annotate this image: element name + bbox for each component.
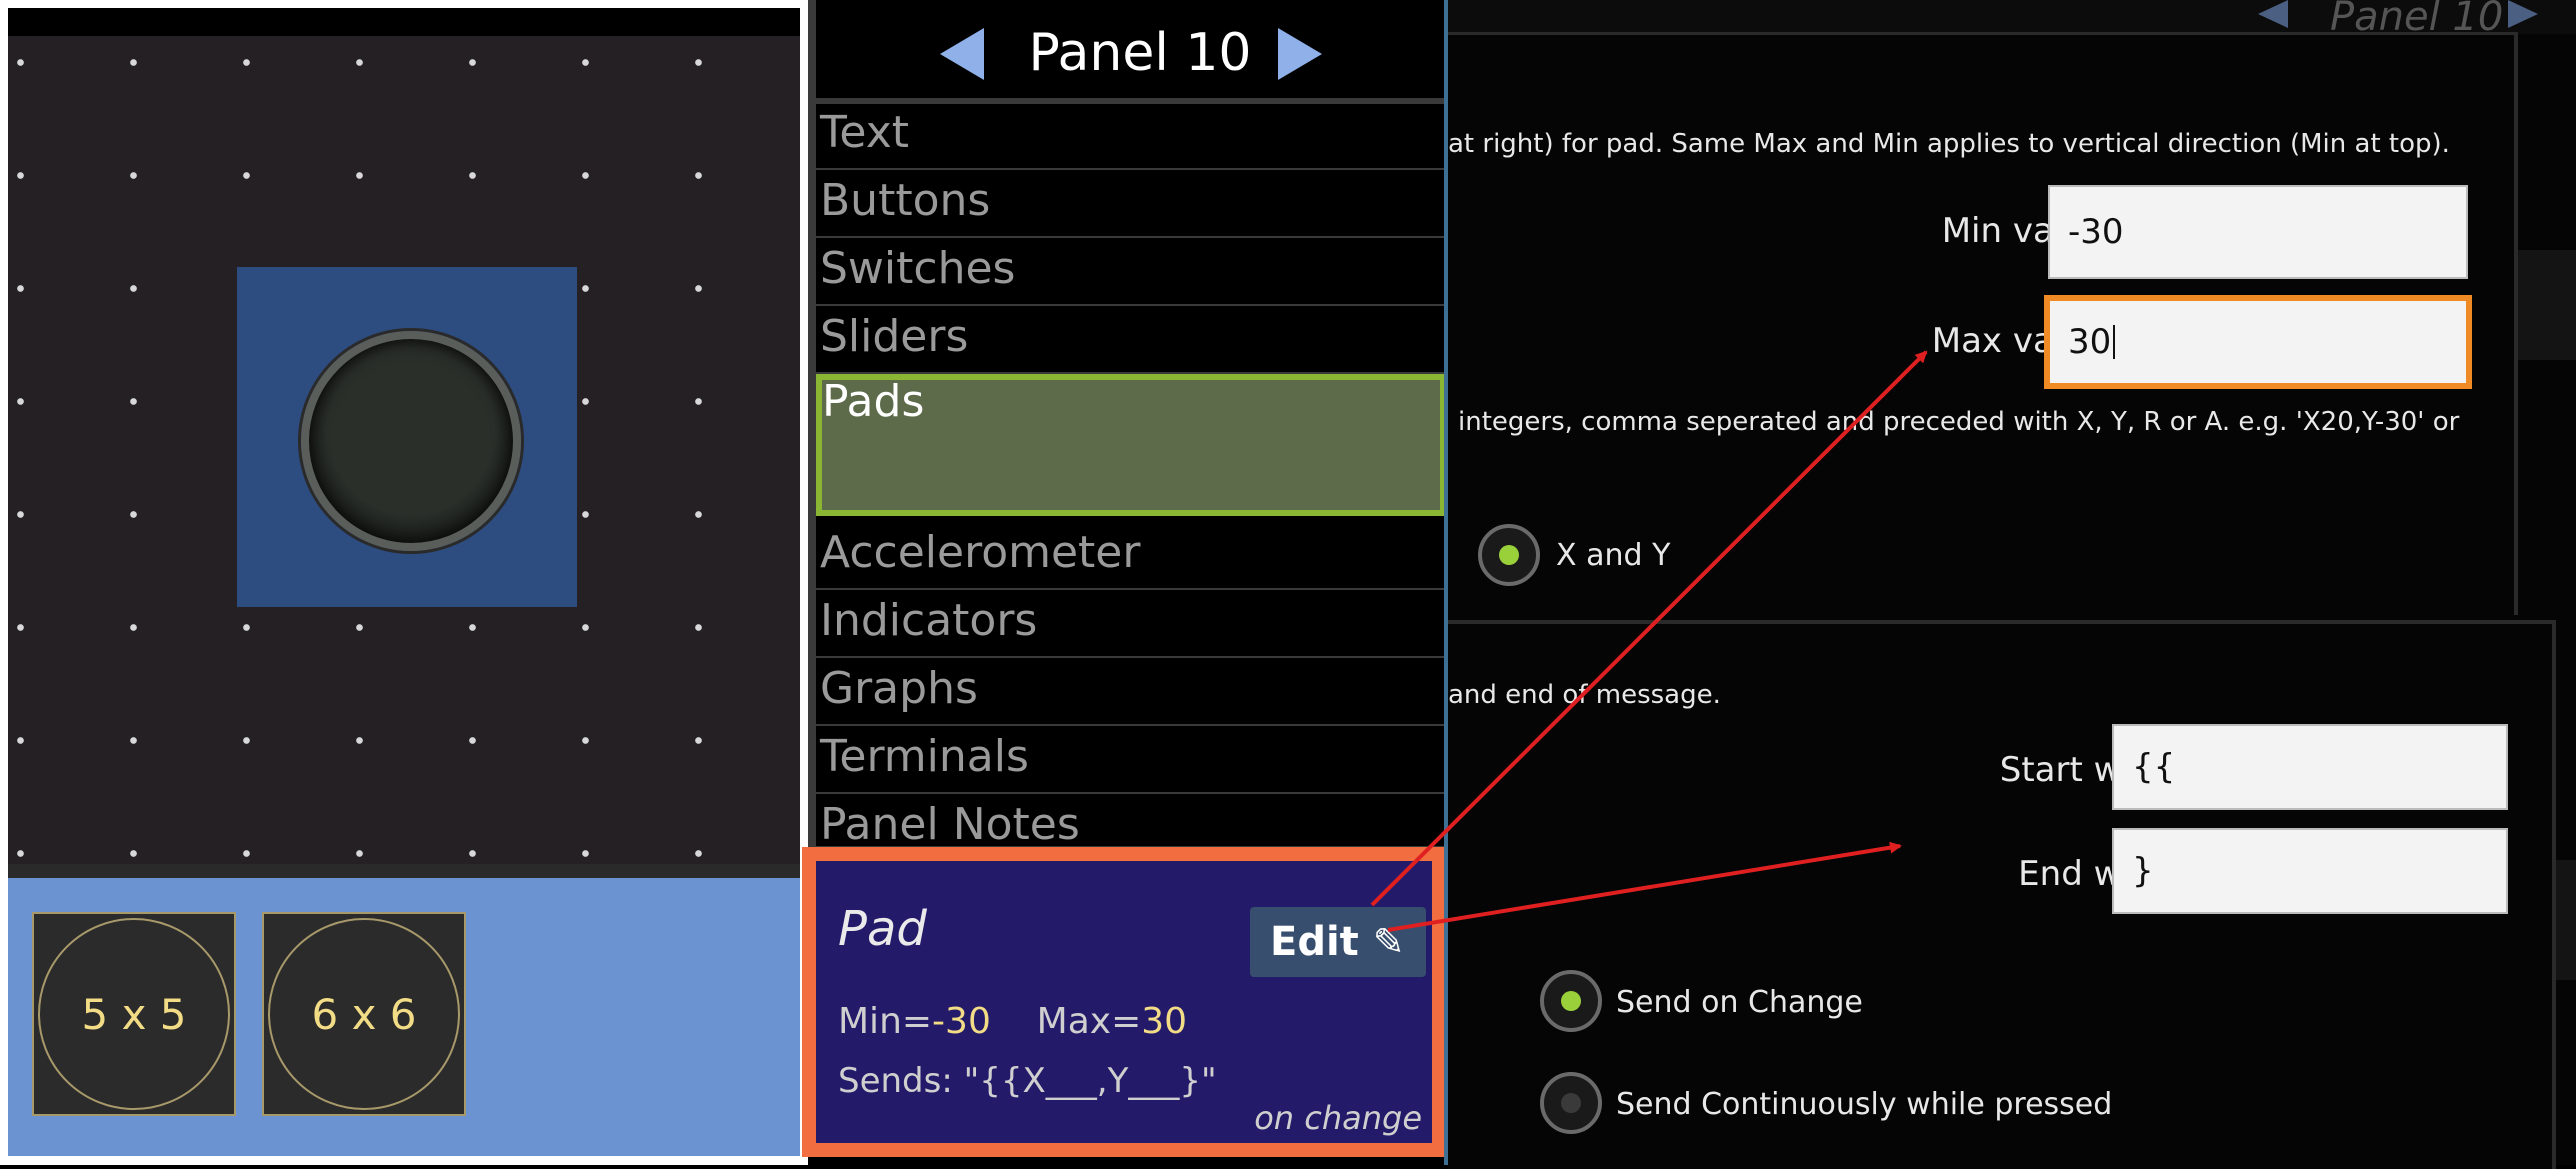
annotation-arrows xyxy=(1370,350,1928,932)
arrow-to-max-value xyxy=(1370,350,1928,907)
arrow-to-end-with xyxy=(1387,841,1902,932)
